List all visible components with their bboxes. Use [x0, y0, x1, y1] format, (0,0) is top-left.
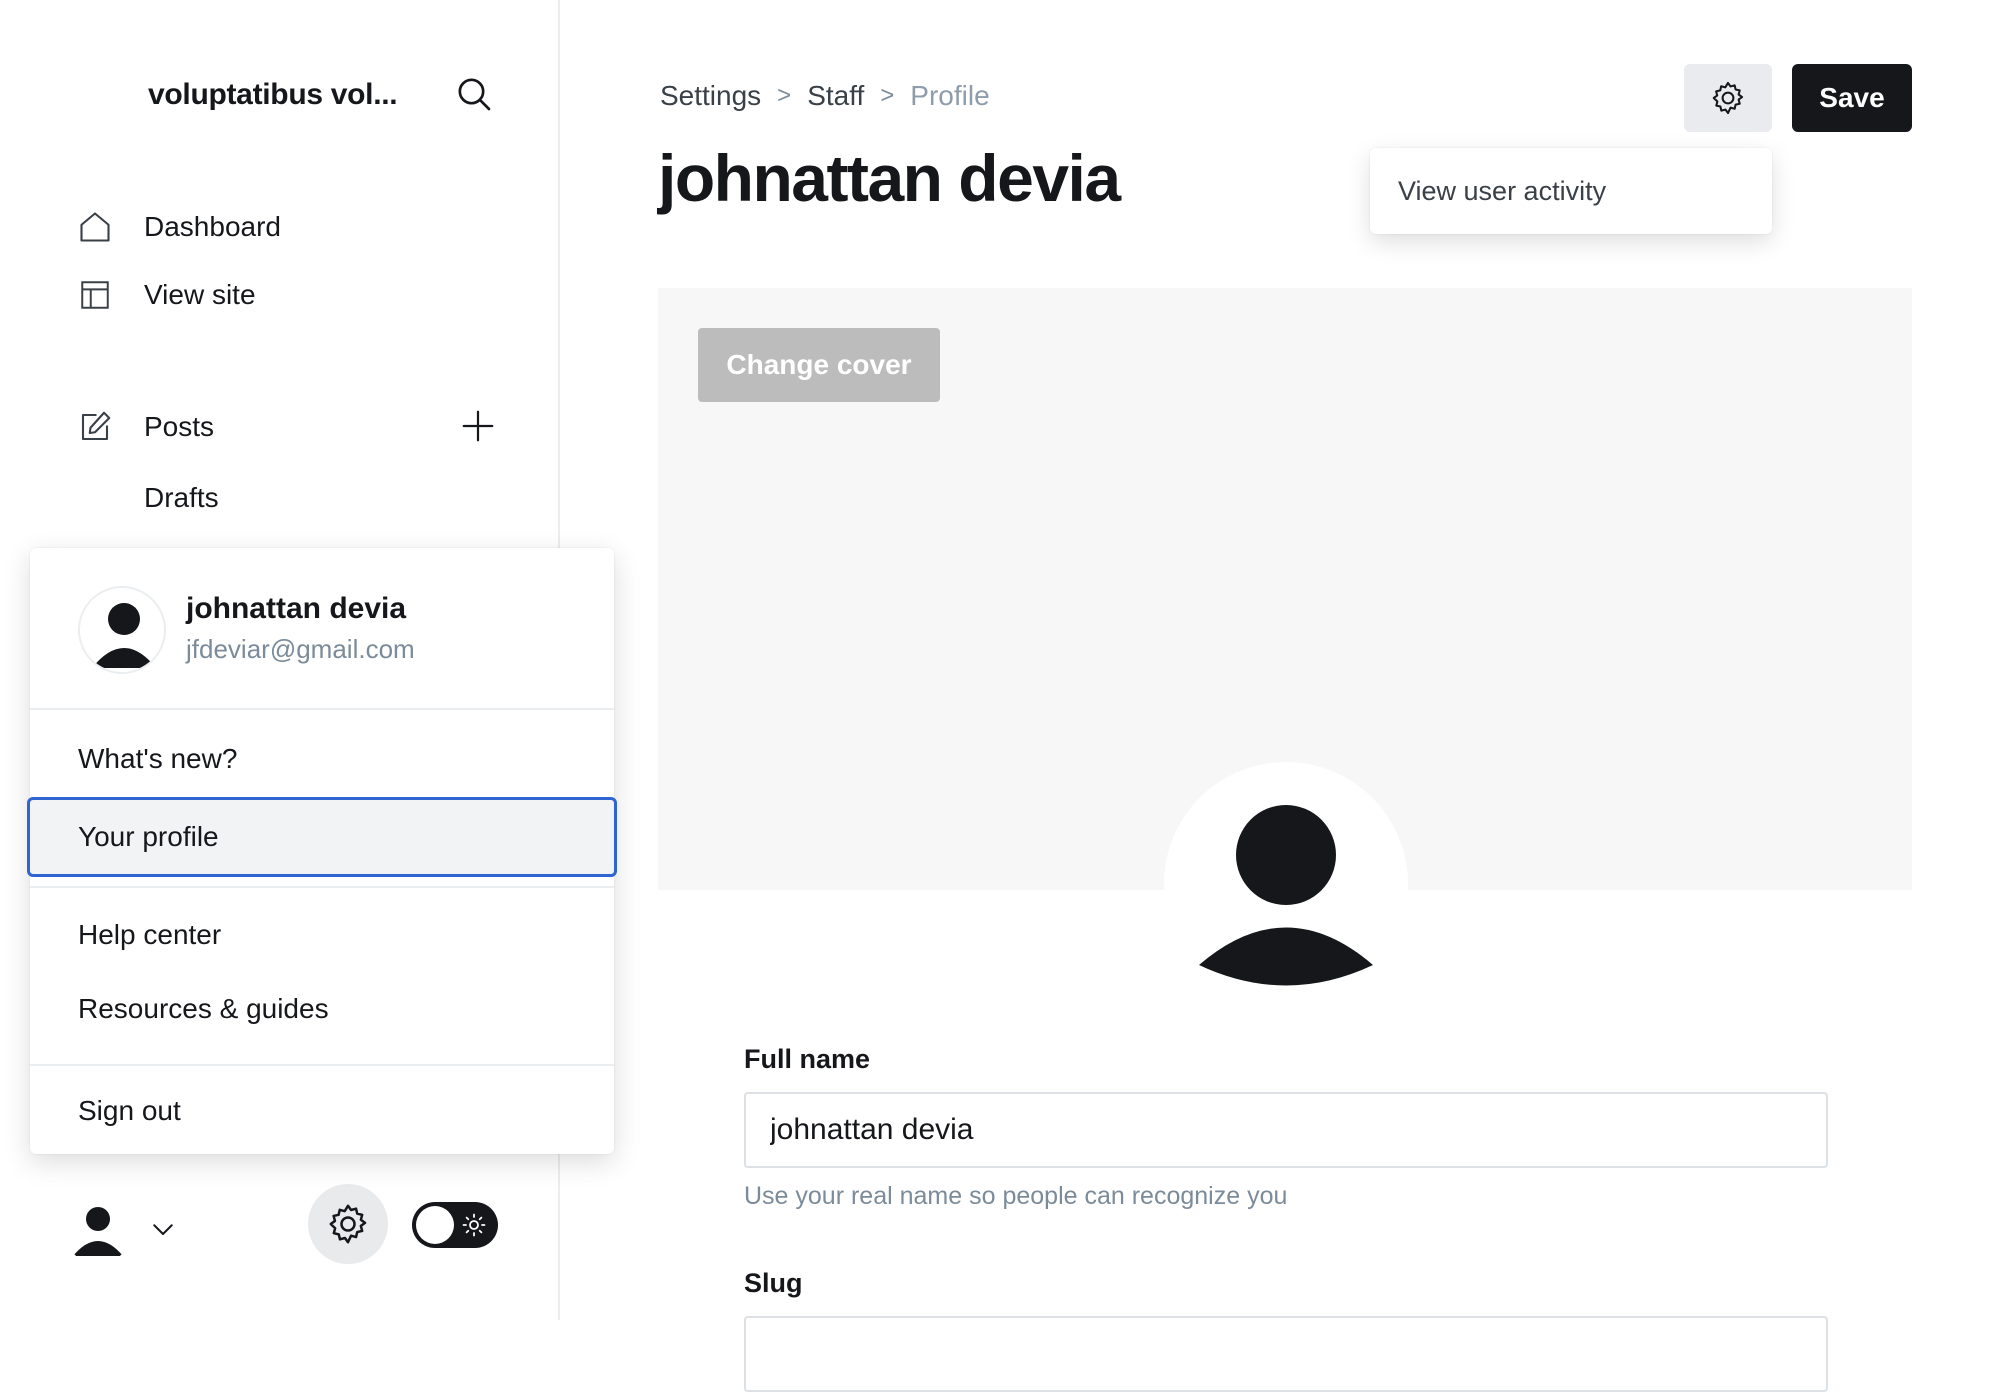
chevron-right-icon: > [880, 82, 895, 109]
save-button[interactable]: Save [1792, 64, 1912, 132]
edit-icon [76, 408, 114, 446]
user-menu-toggle[interactable] [148, 1214, 178, 1244]
chevron-right-icon: > [777, 82, 792, 109]
profile-picture[interactable] [1164, 762, 1408, 1006]
plus-icon [462, 410, 494, 442]
user-actions-menu: View user activity [1370, 148, 1772, 234]
search-button[interactable] [452, 72, 496, 116]
menu-divider [30, 886, 614, 888]
sun-icon [462, 1213, 486, 1237]
nav-posts[interactable]: Posts [76, 408, 214, 446]
layout-icon [76, 276, 114, 314]
gear-icon [329, 1204, 367, 1244]
search-icon [458, 78, 491, 111]
add-post-button[interactable] [456, 404, 500, 448]
breadcrumb-staff[interactable]: Staff [807, 80, 864, 112]
menu-item-whats-new[interactable]: What's new? [30, 722, 614, 796]
slug-label: Slug [744, 1268, 803, 1298]
nav-view-site-label: View site [144, 279, 256, 310]
nav-drafts[interactable]: Drafts [144, 482, 219, 514]
full-name-input[interactable] [744, 1092, 1828, 1168]
avatar [78, 586, 166, 674]
menu-item-sign-out[interactable]: Sign out [30, 1074, 614, 1148]
user-avatar-button[interactable] [64, 1196, 132, 1264]
avatar-icon [92, 603, 156, 668]
home-icon [76, 208, 114, 246]
toggle-knob [416, 1206, 454, 1244]
menu-item-your-profile[interactable]: Your profile [27, 797, 617, 877]
nav-view-site[interactable]: View site [76, 276, 256, 314]
menu-item-resources-guides[interactable]: Resources & guides [30, 972, 614, 1046]
slug-input[interactable] [744, 1316, 1828, 1392]
nav-posts-label: Posts [144, 411, 215, 442]
user-email: jfdeviar@gmail.com [186, 634, 415, 664]
user-dropdown-menu: johnattan devia jfdeviar@gmail.com What'… [27, 548, 617, 1154]
avatar-icon [73, 1207, 123, 1256]
full-name-hint: Use your real name so people can recogni… [744, 1182, 1288, 1210]
chevron-down-icon [153, 1224, 173, 1235]
change-cover-button[interactable]: Change cover [698, 328, 940, 402]
full-name-label: Full name [744, 1044, 871, 1074]
user-name: johnattan devia [186, 592, 407, 625]
breadcrumb-settings[interactable]: Settings [660, 80, 761, 112]
menu-divider [30, 1064, 614, 1066]
nav-dashboard[interactable]: Dashboard [76, 208, 281, 246]
user-menu-header: johnattan devia jfdeviar@gmail.com [30, 548, 614, 710]
nav-dashboard-label: Dashboard [144, 211, 281, 242]
site-title[interactable]: voluptatibus vol... [148, 78, 398, 112]
gear-icon [1712, 81, 1744, 115]
settings-button[interactable] [308, 1184, 388, 1264]
breadcrumb: Settings > Staff > Profile [660, 80, 990, 112]
avatar-icon [1199, 805, 1373, 986]
theme-toggle[interactable] [412, 1202, 498, 1248]
menu-item-view-user-activity[interactable]: View user activity [1370, 148, 1772, 234]
breadcrumb-profile: Profile [910, 80, 990, 111]
menu-item-help-center[interactable]: Help center [30, 898, 614, 972]
page-title: johnattan devia [658, 141, 1121, 215]
user-actions-button[interactable] [1684, 64, 1772, 132]
